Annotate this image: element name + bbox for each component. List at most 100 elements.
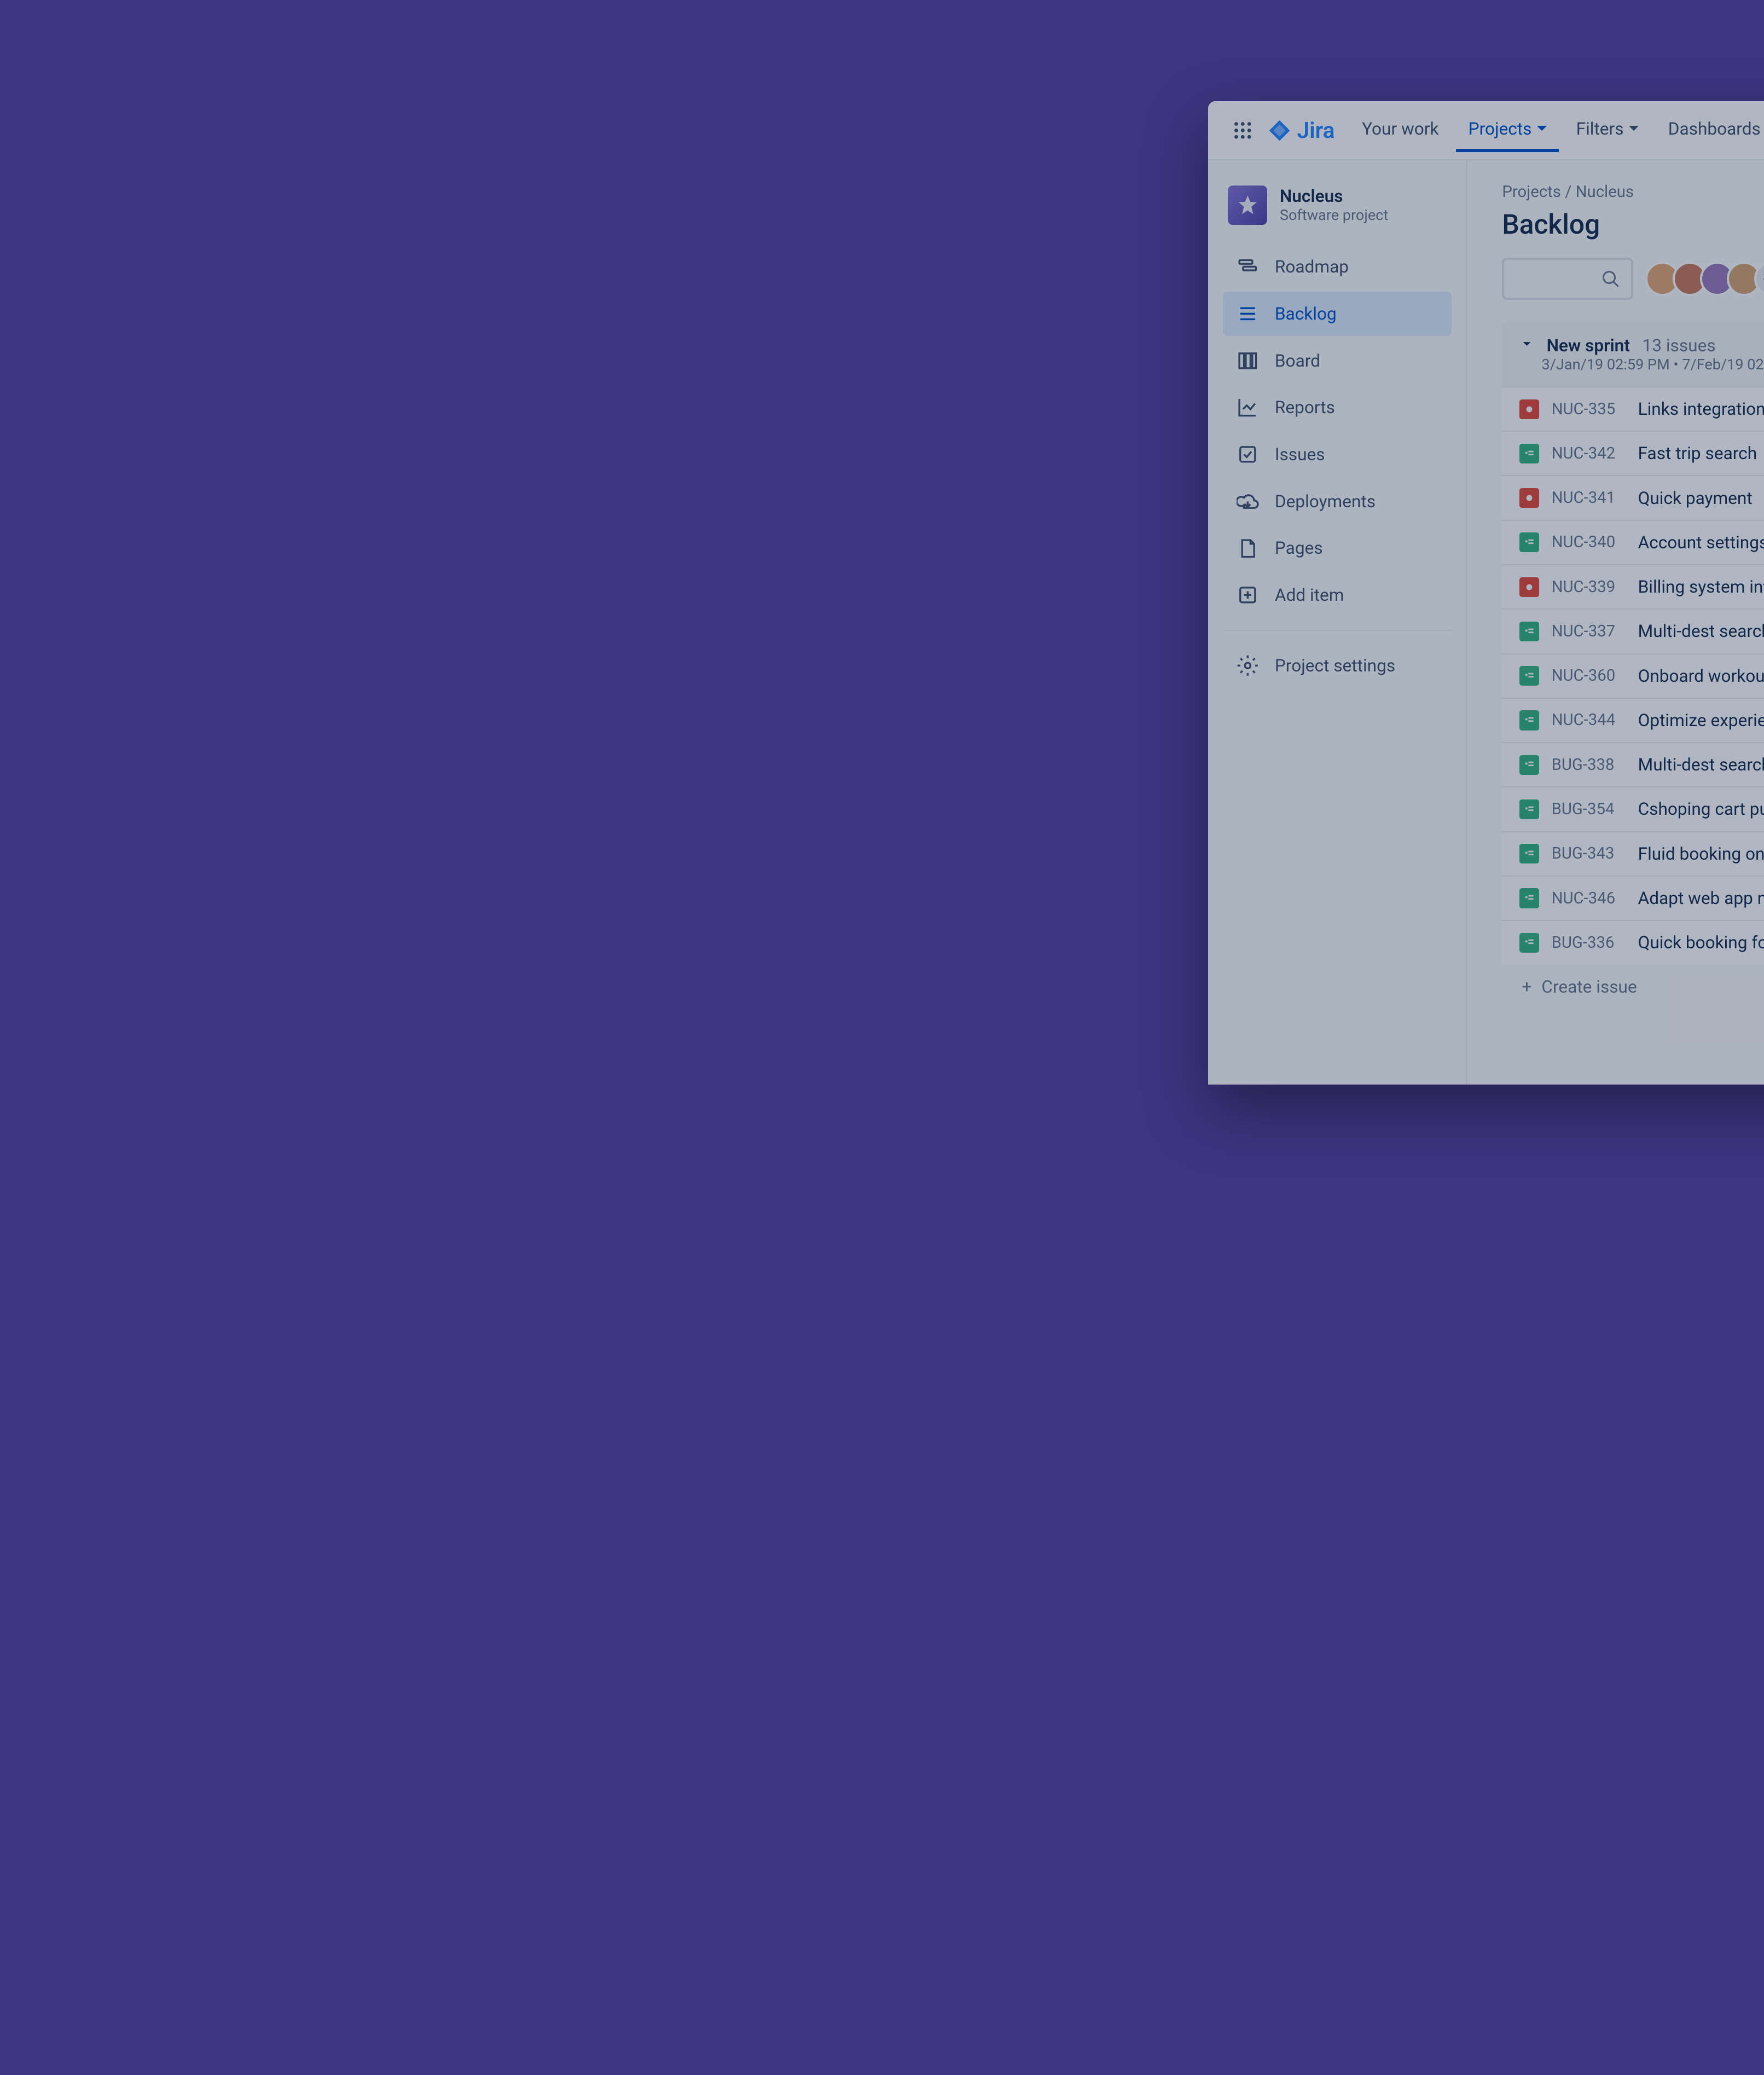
sidebar: Nucleus Software project Roadmap Backlog B… <box>1208 160 1467 1085</box>
issue-summary: Onboard workout options (OWO) <box>1638 666 1764 686</box>
sidebar-item-board[interactable]: Board <box>1223 338 1452 382</box>
issue-key[interactable]: BUG-338 <box>1552 756 1626 774</box>
issue-row[interactable]: NUC-360Onboard workout options (OWO)ACCO… <box>1502 653 1764 698</box>
app-switcher-icon[interactable] <box>1223 111 1262 150</box>
issue-key[interactable]: NUC-344 <box>1552 711 1626 729</box>
main-content: Projects / Nucleus Backlog +3 Epic Label… <box>1467 160 1764 1085</box>
issue-summary: Quick booking for accomodations - web <box>1638 932 1764 953</box>
sidebar-item-label: Board <box>1275 351 1320 371</box>
issue-row[interactable]: BUG-354 Cshoping cart purchasing error - … <box>1502 786 1764 831</box>
project-type: Software project <box>1280 206 1388 224</box>
issue-key[interactable]: BUG-336 <box>1552 934 1626 952</box>
issue-key[interactable]: NUC-335 <box>1552 400 1626 419</box>
issue-row[interactable]: NUC-335Links integration - frontendBILLI… <box>1502 386 1764 431</box>
backlog-icon <box>1235 302 1260 326</box>
issue-row[interactable]: NUC-339 Billing system integration - fron… <box>1502 564 1764 608</box>
project-name: Nucleus <box>1280 186 1388 206</box>
search-icon <box>1601 269 1621 289</box>
issue-row[interactable]: NUC-346Adapt web app no new payments pro… <box>1502 876 1764 920</box>
create-issue-button[interactable]: + Create issue <box>1502 964 1764 1009</box>
issue-row[interactable]: NUC-340Account settings defaultsACCOUNTS <box>1502 520 1764 564</box>
nav-your-work[interactable]: Your work <box>1350 109 1452 152</box>
sidebar-item-add-item[interactable]: Add item <box>1223 573 1452 617</box>
issue-row[interactable]: BUG-336 Quick booking for accomodations -… <box>1502 920 1764 964</box>
issue-key[interactable]: NUC-360 <box>1552 666 1626 685</box>
issue-key[interactable]: NUC-337 <box>1552 622 1626 641</box>
issue-key[interactable]: BUG-343 <box>1552 844 1626 863</box>
sidebar-item-project-settings[interactable]: Project settings <box>1223 644 1452 688</box>
issue-row[interactable]: NUC-337Multi-dest search UI mobilewebACC… <box>1502 608 1764 653</box>
story-icon <box>1519 844 1539 863</box>
sprint-name[interactable]: New sprint <box>1547 335 1630 356</box>
issue-key[interactable]: NUC-342 <box>1552 444 1626 463</box>
sidebar-item-deployments[interactable]: Deployments <box>1223 479 1452 524</box>
issue-row[interactable]: NUC-342Fast trip searchACCOUNTS <box>1502 431 1764 475</box>
sidebar-divider <box>1223 630 1452 631</box>
issue-summary: Quick payment <box>1638 488 1764 508</box>
sidebar-item-label: Add item <box>1275 585 1344 605</box>
backlog-search-input[interactable] <box>1502 258 1633 300</box>
issue-key[interactable]: NUC-340 <box>1552 533 1626 552</box>
nav-dashboards[interactable]: Dashboards <box>1656 109 1764 152</box>
story-icon <box>1519 710 1539 730</box>
top-navbar: Jira Your work Projects Filters Dashboar… <box>1208 101 1764 160</box>
sidebar-item-issues[interactable]: Issues <box>1223 432 1452 477</box>
breadcrumb[interactable]: Projects / Nucleus <box>1502 183 1764 201</box>
sidebar-item-pages[interactable]: Pages <box>1223 526 1452 570</box>
sprint-header: New sprint 13 issues 3/Jan/19 02:59 PM •… <box>1502 322 1764 386</box>
issue-summary: Multi-dest search UI mobileweb <box>1638 621 1764 641</box>
issue-summary: Cshoping cart purchasing error - quick f… <box>1638 799 1764 819</box>
reports-icon <box>1235 395 1260 420</box>
add-icon <box>1235 583 1260 607</box>
plus-icon: + <box>1522 977 1531 997</box>
story-icon <box>1519 532 1539 552</box>
board-icon <box>1235 348 1260 373</box>
jira-logo[interactable]: Jira <box>1267 117 1334 143</box>
bug-icon <box>1519 577 1539 597</box>
sidebar-item-label: Pages <box>1275 538 1323 558</box>
chevron-down-icon[interactable] <box>1519 335 1534 356</box>
sidebar-item-reports[interactable]: Reports <box>1223 385 1452 430</box>
sprint-section: New sprint 13 issues 3/Jan/19 02:59 PM •… <box>1502 322 1764 965</box>
avatar-stack[interactable]: +3 <box>1653 262 1764 296</box>
issue-key[interactable]: BUG-354 <box>1552 800 1626 819</box>
nav-projects[interactable]: Projects <box>1456 109 1559 152</box>
issue-key[interactable]: NUC-339 <box>1552 578 1626 596</box>
story-icon <box>1519 755 1539 775</box>
issue-key[interactable]: NUC-346 <box>1552 889 1626 908</box>
deploy-icon <box>1235 489 1260 514</box>
sidebar-item-label: Issues <box>1275 444 1325 465</box>
sprint-dates: 3/Jan/19 02:59 PM • 7/Feb/19 02:59 PM <box>1542 356 1764 373</box>
sidebar-item-backlog[interactable]: Backlog <box>1223 292 1452 336</box>
issue-summary: Fast trip search <box>1638 443 1764 463</box>
bug-icon <box>1519 399 1539 419</box>
jira-app-window: Jira Your work Projects Filters Dashboar… <box>1208 101 1764 1085</box>
sidebar-item-label: Project settings <box>1275 656 1395 676</box>
issue-key[interactable]: NUC-341 <box>1552 489 1626 507</box>
story-icon <box>1519 933 1539 953</box>
bug-icon <box>1519 488 1539 508</box>
sidebar-item-roadmap[interactable]: Roadmap <box>1223 245 1452 289</box>
project-switcher[interactable]: Nucleus Software project <box>1223 186 1452 225</box>
pages-icon <box>1235 536 1260 560</box>
story-icon <box>1519 799 1539 819</box>
nav-filters[interactable]: Filters <box>1564 109 1651 152</box>
issue-row[interactable]: BUG-343Fluid booking on tabletsFEEDBACK <box>1502 831 1764 876</box>
issue-row[interactable]: BUG-338Multi-dest search UI webACCOUNTS <box>1502 742 1764 786</box>
sidebar-item-label: Deployments <box>1275 491 1376 512</box>
issue-summary: Billing system integration - frontend <box>1638 577 1764 597</box>
story-icon <box>1519 888 1539 908</box>
roadmap-icon <box>1235 254 1260 279</box>
story-icon <box>1519 622 1539 641</box>
top-nav: Your work Projects Filters Dashboards Pe… <box>1350 109 1764 152</box>
issue-row[interactable]: NUC-344Optimize experience for mobile we… <box>1502 698 1764 742</box>
sidebar-item-label: Roadmap <box>1275 257 1349 277</box>
issue-summary: Fluid booking on tablets <box>1638 844 1764 864</box>
filters-row: +3 Epic Label Version <box>1502 258 1764 300</box>
story-icon <box>1519 444 1539 463</box>
issue-row[interactable]: NUC-341Quick paymentFEEDBACK <box>1502 475 1764 519</box>
gear-icon <box>1235 653 1260 678</box>
project-icon <box>1228 186 1267 225</box>
sprint-issue-count: 13 issues <box>1643 335 1716 356</box>
issue-summary: Multi-dest search UI web <box>1638 755 1764 775</box>
